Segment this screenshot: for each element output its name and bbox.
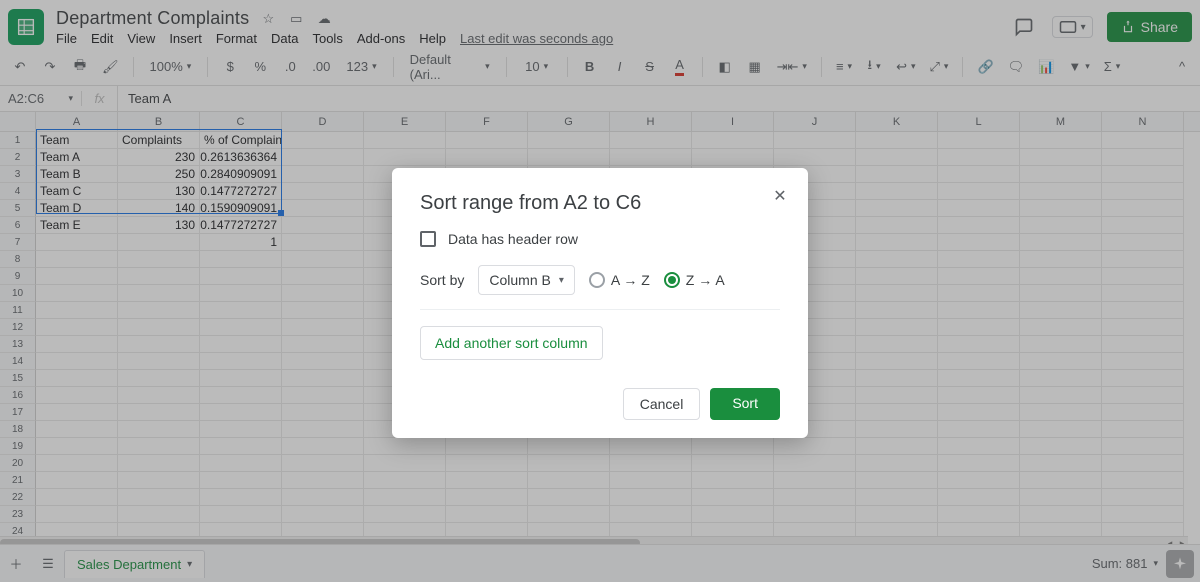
- sort-za-radio[interactable]: Z → A: [664, 272, 725, 288]
- header-row-label: Data has header row: [448, 231, 578, 247]
- sort-az-radio[interactable]: A → Z: [589, 272, 650, 288]
- sort-button[interactable]: Sort: [710, 388, 780, 420]
- sort-range-dialog: ✕ Sort range from A2 to C6 Data has head…: [392, 168, 808, 438]
- header-row-checkbox[interactable]: [420, 231, 436, 247]
- sort-za-label: Z → A: [686, 272, 725, 288]
- sort-column-select[interactable]: Column B ▾: [478, 265, 575, 295]
- sort-az-label: A → Z: [611, 272, 650, 288]
- dialog-title: Sort range from A2 to C6: [420, 192, 780, 215]
- add-sort-column-button[interactable]: Add another sort column: [420, 326, 603, 360]
- modal-overlay: ✕ Sort range from A2 to C6 Data has head…: [0, 0, 1200, 582]
- sort-by-label: Sort by: [420, 272, 464, 288]
- cancel-button[interactable]: Cancel: [623, 388, 701, 420]
- close-icon[interactable]: ✕: [768, 184, 792, 208]
- sort-column-value: Column B: [489, 272, 550, 288]
